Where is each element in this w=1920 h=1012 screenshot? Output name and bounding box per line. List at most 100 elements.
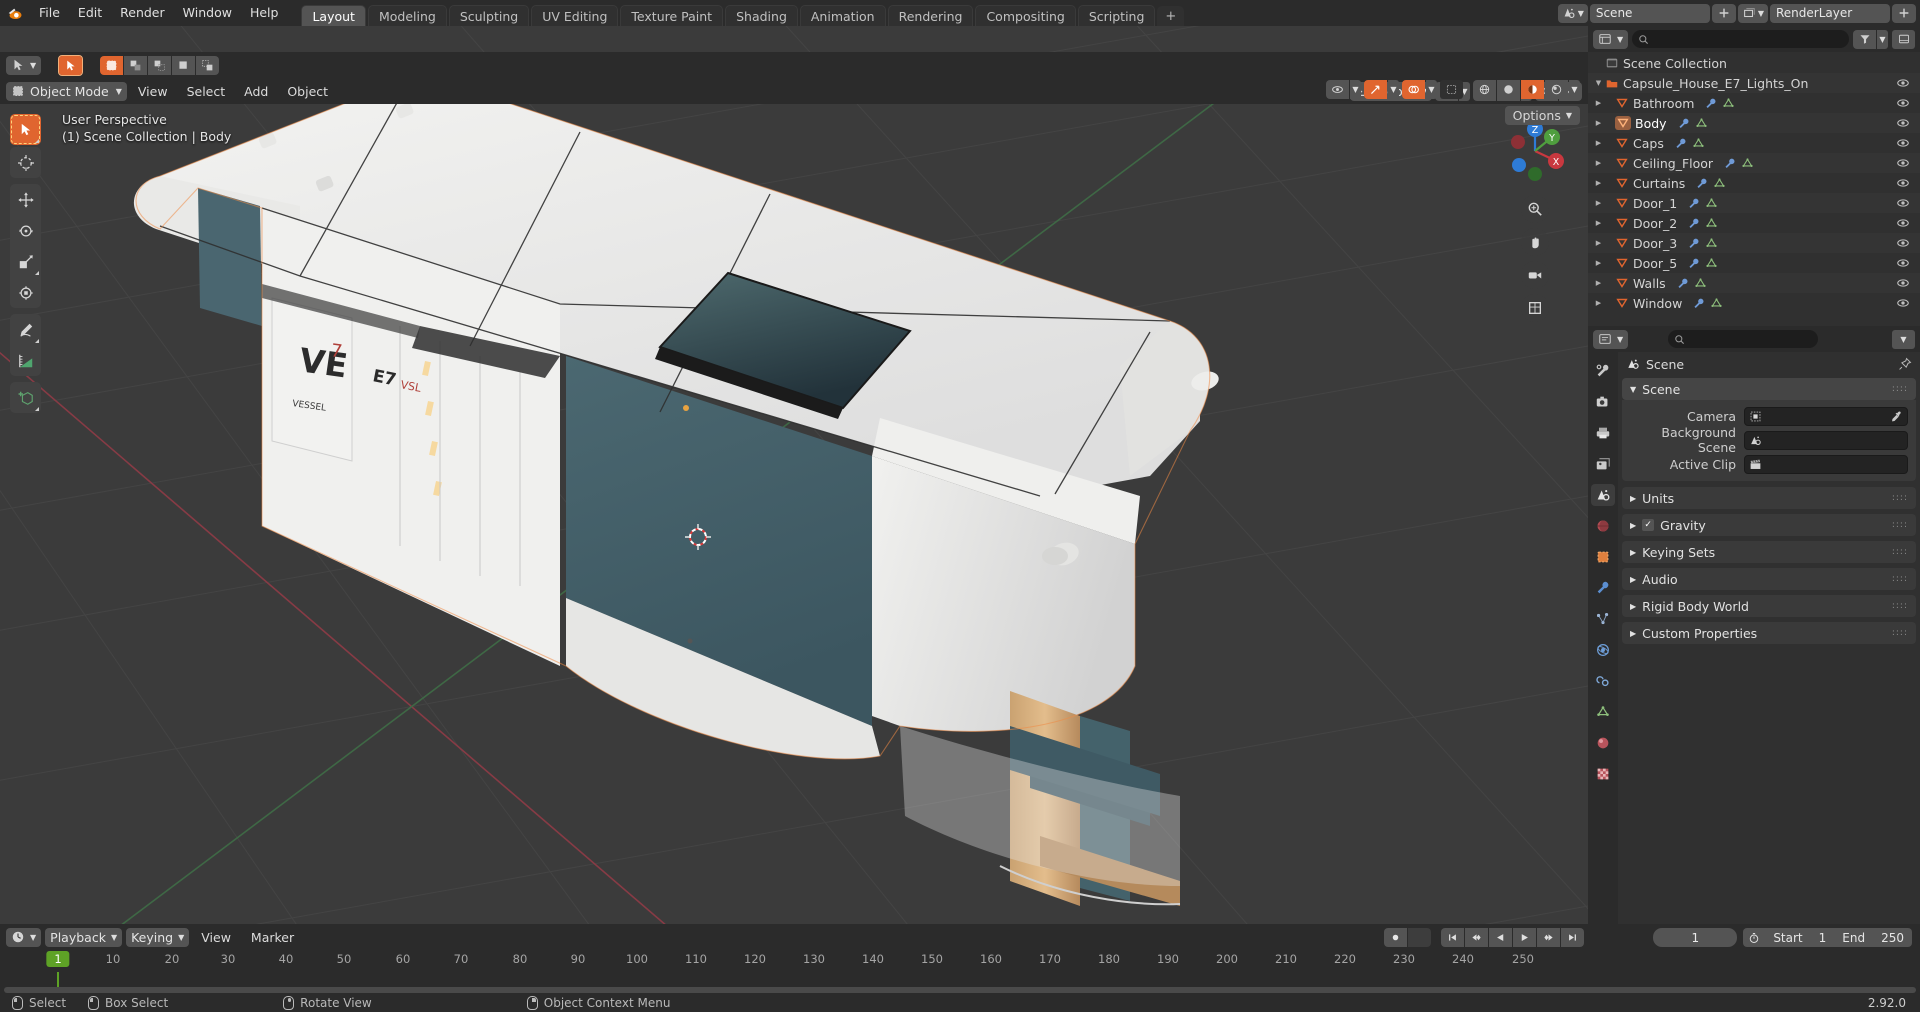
- expand-triangle[interactable]: ▶: [1592, 99, 1605, 107]
- gizmo-icon[interactable]: [1364, 80, 1387, 99]
- eye-icon[interactable]: [1896, 216, 1910, 230]
- tool-scale-icon[interactable]: [10, 246, 41, 277]
- stopwatch-icon[interactable]: [1743, 932, 1765, 944]
- tab-material[interactable]: [1591, 732, 1615, 754]
- active-clip-field[interactable]: [1744, 454, 1908, 474]
- tab-texture[interactable]: [1591, 763, 1615, 785]
- eye-icon[interactable]: [1896, 76, 1910, 90]
- modifier-icon[interactable]: [1687, 257, 1700, 270]
- panel-header-gravity[interactable]: ▶ ✓ Gravity ::::: [1622, 514, 1916, 536]
- tool-transform-icon[interactable]: [10, 277, 41, 308]
- menu-render[interactable]: Render: [111, 3, 174, 23]
- current-frame-field[interactable]: 1: [1653, 928, 1738, 947]
- shading-dropdown[interactable]: ▼: [1569, 80, 1580, 99]
- eye-icon[interactable]: [1896, 136, 1910, 150]
- panel-header-rigid-body-world[interactable]: ▶ Rigid Body World ::::: [1622, 595, 1916, 617]
- tab-render[interactable]: [1591, 391, 1615, 413]
- tool-tweak-icon[interactable]: [10, 114, 41, 145]
- active-tool-selector[interactable]: ▼: [6, 55, 42, 75]
- outliner-row-walls[interactable]: ▶ Walls: [1588, 273, 1920, 293]
- modifier-icon[interactable]: [1704, 97, 1717, 110]
- select-invert-icon[interactable]: [172, 55, 196, 75]
- mesh-data-icon[interactable]: [1741, 157, 1754, 170]
- modifier-icon[interactable]: [1723, 157, 1736, 170]
- record-dropdown[interactable]: [1408, 927, 1431, 947]
- scene-name-field[interactable]: Scene: [1589, 3, 1710, 23]
- panel-header-keying-sets[interactable]: ▶ Keying Sets ::::: [1622, 541, 1916, 563]
- tool-cursor-icon[interactable]: [10, 147, 41, 178]
- mesh-data-icon[interactable]: [1694, 277, 1707, 290]
- tab-view-layer[interactable]: [1591, 453, 1615, 475]
- menu-window[interactable]: Window: [174, 3, 241, 23]
- tab-output[interactable]: [1591, 422, 1615, 444]
- camera-view-icon[interactable]: [1521, 261, 1549, 289]
- modifier-icon[interactable]: [1692, 297, 1705, 310]
- keying-menu[interactable]: Keying ▼: [126, 927, 190, 947]
- eye-icon[interactable]: [1896, 256, 1910, 270]
- mesh-data-icon[interactable]: [1705, 257, 1718, 270]
- outliner-row-door-1[interactable]: ▶ Door_1: [1588, 193, 1920, 213]
- viewport-menu-add[interactable]: Add: [236, 83, 276, 100]
- outliner-row-caps[interactable]: ▶ Caps: [1588, 133, 1920, 153]
- shading-wireframe-icon[interactable]: [1473, 80, 1496, 99]
- panel-header-custom-properties[interactable]: ▶ Custom Properties ::::: [1622, 622, 1916, 644]
- tab-physics[interactable]: [1591, 639, 1615, 661]
- tool-annotate-icon[interactable]: [10, 314, 41, 345]
- expand-triangle[interactable]: ▶: [1592, 139, 1605, 147]
- visibility-dropdown[interactable]: ▼: [1350, 80, 1361, 99]
- show-hide-icon[interactable]: [1326, 80, 1349, 99]
- jump-start-icon[interactable]: [1441, 927, 1464, 947]
- expand-triangle[interactable]: ▶: [1592, 219, 1605, 227]
- expand-triangle[interactable]: ▶: [1592, 199, 1605, 207]
- eye-icon[interactable]: [1896, 276, 1910, 290]
- new-view-layer-button[interactable]: [1892, 3, 1916, 23]
- modifier-icon[interactable]: [1687, 217, 1700, 230]
- tool-measure-icon[interactable]: [10, 345, 41, 376]
- eye-icon[interactable]: [1896, 116, 1910, 130]
- expand-triangle[interactable]: ▶: [1592, 279, 1605, 287]
- filter-icon[interactable]: [1853, 29, 1876, 49]
- play-reverse-icon[interactable]: [1489, 927, 1512, 947]
- tab-world[interactable]: [1591, 515, 1615, 537]
- playback-menu[interactable]: Playback ▼: [45, 927, 123, 947]
- scene-browse-button[interactable]: ▼: [1557, 3, 1588, 23]
- expand-triangle[interactable]: ▶: [1592, 259, 1605, 267]
- timeline-menu-marker[interactable]: Marker: [243, 929, 302, 946]
- mesh-data-icon[interactable]: [1705, 197, 1718, 210]
- pin-icon[interactable]: [1898, 357, 1912, 371]
- panel-header-scene[interactable]: ▼ Scene ::::: [1622, 378, 1916, 400]
- options-button[interactable]: Options ▼: [1504, 106, 1580, 125]
- tool-rotate-icon[interactable]: [10, 215, 41, 246]
- mesh-data-icon[interactable]: [1710, 297, 1723, 310]
- modifier-icon[interactable]: [1677, 117, 1690, 130]
- tab-modifier[interactable]: [1591, 577, 1615, 599]
- gizmo-dropdown[interactable]: ▼: [1388, 80, 1399, 99]
- camera-field[interactable]: [1744, 406, 1908, 426]
- outliner-row-curtains[interactable]: ▶ Curtains: [1588, 173, 1920, 193]
- outliner-row-door-2[interactable]: ▶ Door_2: [1588, 213, 1920, 233]
- tab-particles[interactable]: [1591, 608, 1615, 630]
- select-extend-icon[interactable]: [124, 55, 148, 75]
- mesh-data-icon[interactable]: [1692, 137, 1705, 150]
- outliner-restriction-icon[interactable]: [1892, 29, 1915, 49]
- outliner-row-body[interactable]: ▶ Body: [1588, 113, 1920, 133]
- tool-add-cube-icon[interactable]: [10, 382, 41, 413]
- prev-keyframe-icon[interactable]: [1465, 927, 1488, 947]
- gravity-checkbox[interactable]: ✓: [1642, 519, 1655, 531]
- select-intersect-icon[interactable]: [196, 55, 220, 75]
- eye-icon[interactable]: [1896, 176, 1910, 190]
- xray-icon[interactable]: [1440, 80, 1463, 99]
- outliner-row-window[interactable]: ▶ Window: [1588, 293, 1920, 313]
- outliner-row-bathroom[interactable]: ▶ Bathroom: [1588, 93, 1920, 113]
- outliner-row-scene-collection[interactable]: Scene Collection: [1588, 53, 1920, 73]
- eyedropper-icon[interactable]: [1890, 410, 1903, 423]
- tab-object[interactable]: [1591, 546, 1615, 568]
- timeline-menu-view[interactable]: View: [193, 929, 239, 946]
- eye-icon[interactable]: [1896, 296, 1910, 310]
- modifier-icon[interactable]: [1676, 277, 1689, 290]
- properties-filter-dropdown[interactable]: ▼: [1891, 329, 1915, 349]
- menu-file[interactable]: File: [30, 3, 69, 23]
- jump-end-icon[interactable]: [1561, 927, 1584, 947]
- eye-icon[interactable]: [1896, 196, 1910, 210]
- viewport-menu-view[interactable]: View: [130, 83, 176, 100]
